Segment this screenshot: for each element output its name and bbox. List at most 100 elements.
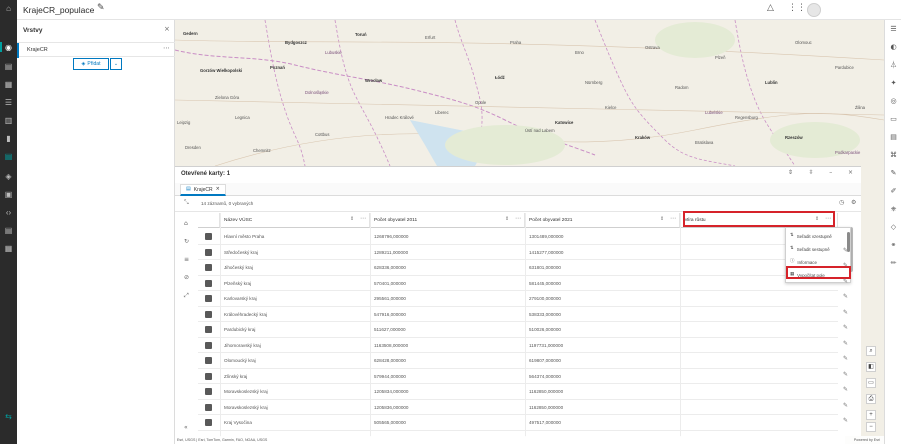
- table-icon[interactable]: ▤: [3, 62, 14, 73]
- table-row[interactable]: Hlavní město Praha 1268796,000000 1301489,…: [198, 229, 838, 245]
- filter-icon[interactable]: ⏃: [889, 62, 898, 71]
- table-cell[interactable]: 505565,000000: [374, 420, 406, 425]
- row-checkbox[interactable]: [205, 357, 212, 364]
- sketch-icon[interactable]: ✏: [889, 260, 898, 269]
- row-checkbox[interactable]: [205, 403, 212, 411]
- app-launcher-icon[interactable]: ⋮⋮: [788, 4, 806, 13]
- minimize-icon[interactable]: –: [829, 170, 832, 176]
- link-icon[interactable]: ⚭: [889, 242, 898, 251]
- edit-pencil-icon[interactable]: ✎: [843, 418, 848, 424]
- add-layer-dropdown-chevron-icon[interactable]: ⌄: [110, 58, 122, 70]
- more-options-icon[interactable]: ⋯: [515, 216, 521, 222]
- table-cell[interactable]: 628336,000000: [374, 265, 406, 270]
- print-map-icon[interactable]: ⎙: [866, 394, 876, 404]
- table-row[interactable]: Olomoucký kraj 628428,000000 619807,000000: [198, 353, 838, 369]
- grid-icon[interactable]: ▦: [3, 80, 14, 91]
- table-cell[interactable]: 1268796,000000: [374, 234, 409, 239]
- table-cell[interactable]: 1301489,000000: [529, 234, 564, 239]
- edit-pencil-icon[interactable]: ✎: [843, 402, 848, 409]
- print-icon[interactable]: ▤: [3, 226, 14, 237]
- measure-icon[interactable]: ⎈: [889, 206, 898, 215]
- home-icon[interactable]: ⌂: [3, 4, 14, 15]
- expand-icon[interactable]: ⇳: [809, 170, 814, 176]
- row-checkbox[interactable]: [205, 279, 212, 287]
- table-cell[interactable]: 619807,000000: [529, 358, 561, 363]
- select-all-icon[interactable]: ⤡: [184, 200, 189, 206]
- close-icon[interactable]: ×: [164, 26, 170, 33]
- table-cell[interactable]: 579944,000000: [374, 374, 406, 379]
- more-options-icon[interactable]: ⋯: [163, 45, 170, 52]
- tab-krajecr[interactable]: ▤ KrajeCR ×: [180, 184, 226, 196]
- show-selected-icon[interactable]: ≡: [184, 257, 189, 263]
- table-cell[interactable]: 1205834,000000: [374, 389, 409, 394]
- sort-icon[interactable]: ⇕: [350, 217, 354, 222]
- row-checkbox[interactable]: [205, 341, 212, 349]
- style-icon[interactable]: ◈: [3, 172, 14, 183]
- table-cell[interactable]: 497517,000000: [529, 420, 561, 425]
- powered-by[interactable]: Powered by Esri: [854, 438, 880, 442]
- notification-icon[interactable]: △: [767, 4, 774, 13]
- row-checkbox[interactable]: [205, 233, 212, 240]
- column-header-nazev[interactable]: Název VÚSC ⇕ ⋯: [220, 213, 370, 228]
- clock-icon[interactable]: ◷: [839, 200, 844, 206]
- table-cell[interactable]: 1162850,000000: [529, 389, 563, 394]
- row-checkbox[interactable]: [205, 388, 212, 395]
- table-cell[interactable]: Jihočeský kraj: [224, 265, 253, 270]
- edit-pencil-icon[interactable]: ✎: [843, 278, 848, 285]
- table-cell[interactable]: 581445,000000: [529, 281, 561, 286]
- table-cell[interactable]: Kraj Vysočina: [224, 420, 252, 425]
- table-row[interactable]: Kraj Vysočina 505565,000000 497517,000000: [198, 415, 838, 431]
- close-tab-icon[interactable]: ×: [216, 187, 220, 192]
- collapse-icon[interactable]: ⇕: [788, 170, 793, 176]
- chart-icon[interactable]: ▮: [3, 134, 14, 145]
- table-cell[interactable]: Plzeňský kraj: [224, 281, 251, 286]
- zoom-in-icon[interactable]: +: [866, 410, 876, 420]
- table-cell[interactable]: Hlavní město Praha: [224, 234, 264, 239]
- row-checkbox[interactable]: [205, 326, 212, 333]
- switch-selection-icon[interactable]: ⤢: [184, 293, 189, 299]
- table-cell[interactable]: 564374,000000: [529, 374, 561, 379]
- table-row[interactable]: Plzeňský kraj 570401,000000 581445,000000: [198, 276, 838, 291]
- table-row[interactable]: Jihočeský kraj 628336,000000 631801,000000: [198, 260, 838, 276]
- bookmark-icon[interactable]: ▣: [3, 190, 14, 201]
- more-options-icon[interactable]: ⋯: [360, 216, 366, 222]
- sort-icon[interactable]: ⇕: [660, 217, 664, 222]
- map-view[interactable]: Gedern Bydgoszcz Toruń Gorzów Wielkopols…: [175, 20, 884, 166]
- sort-icon[interactable]: ⇕: [505, 217, 509, 222]
- add-layer-button[interactable]: ◈ Přidat: [73, 58, 109, 70]
- layer-item-krajecr[interactable]: KrajeCR ⋯: [17, 42, 175, 58]
- layers-icon[interactable]: ◉: [3, 43, 14, 54]
- filter-icon[interactable]: ▥: [3, 116, 14, 127]
- table-cell[interactable]: 1197731,000000: [529, 343, 563, 348]
- table-cell[interactable]: 511627,000000: [374, 327, 406, 332]
- zoom-out-icon[interactable]: −: [866, 422, 876, 432]
- close-icon[interactable]: ×: [848, 170, 853, 176]
- table-cell[interactable]: Pardubický kraj: [224, 327, 255, 332]
- popups-icon[interactable]: ▭: [889, 116, 898, 125]
- table-row[interactable]: Zlínský kraj 579944,000000 564374,000000: [198, 369, 838, 384]
- settings-icon[interactable]: ⚙: [851, 200, 856, 206]
- zoom-to-icon[interactable]: ⌂: [184, 221, 188, 227]
- table-cell[interactable]: 1289211,000000: [374, 250, 408, 255]
- table-row[interactable]: Moravskoslezský kraj 1205834,000000 116285…: [198, 384, 838, 400]
- row-checkbox[interactable]: [205, 248, 212, 256]
- edit-icon[interactable]: ✐: [889, 188, 898, 197]
- table-row[interactable]: Středočeský kraj 1289211,000000 1415277,00…: [198, 245, 838, 260]
- table-cell[interactable]: 628428,000000: [374, 358, 406, 363]
- table-cell[interactable]: 570401,000000: [374, 281, 406, 286]
- table-cell[interactable]: Moravskoslezský kraj: [224, 389, 268, 394]
- table-row[interactable]: Karlovarský kraj 295561,000000 279100,0000…: [198, 291, 838, 307]
- effects-icon[interactable]: ✦: [889, 80, 898, 89]
- table-cell[interactable]: 279100,000000: [529, 296, 561, 301]
- more-options-icon[interactable]: ⋯: [670, 216, 676, 222]
- cluster-icon[interactable]: ◎: [889, 98, 898, 107]
- row-checkbox[interactable]: [205, 372, 212, 380]
- edit-pencil-icon[interactable]: ✎: [843, 356, 848, 362]
- table-cell[interactable]: 1163508,000000: [374, 343, 408, 348]
- style-icon[interactable]: ◐: [889, 44, 898, 53]
- row-checkbox[interactable]: [205, 419, 212, 426]
- labels-icon[interactable]: ⌘: [889, 152, 898, 161]
- table-cell[interactable]: 510026,000000: [529, 327, 561, 332]
- row-checkbox[interactable]: [205, 310, 212, 318]
- table-row[interactable]: Pardubický kraj 511627,000000 510026,00000…: [198, 322, 838, 338]
